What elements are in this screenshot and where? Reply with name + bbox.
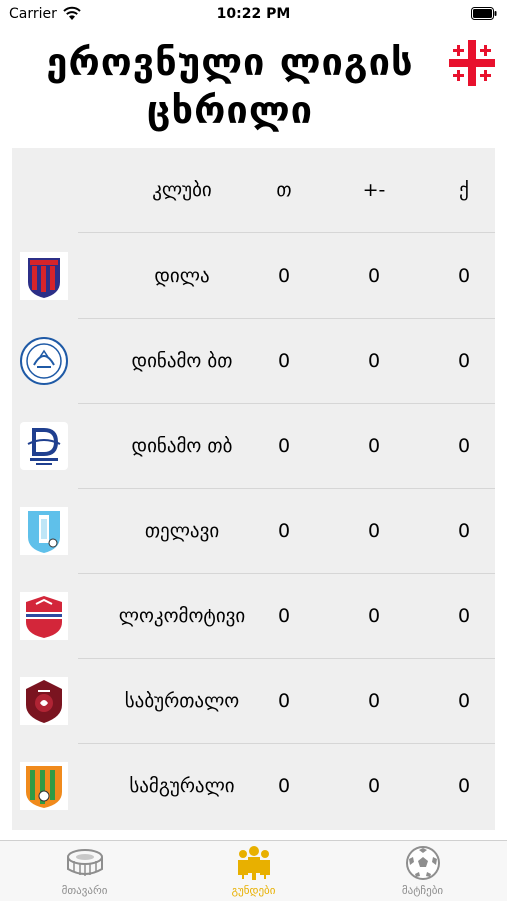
dinamo-tbilisi-logo: [20, 422, 68, 470]
telavi-logo: [20, 507, 68, 555]
soccer-ball-icon: [406, 846, 440, 880]
table-row[interactable]: დინამო ბთ 0 0 0: [12, 319, 495, 404]
played-value: 0: [277, 605, 291, 627]
row-divider: [78, 232, 495, 233]
played-value: 0: [277, 775, 291, 797]
table-row[interactable]: თელავი 0 0 0: [12, 489, 495, 574]
played-value: 0: [277, 520, 291, 542]
points-value: 0: [457, 265, 471, 287]
status-time: 10:22 PM: [216, 6, 291, 22]
title-line-2: ცხრილი: [146, 88, 314, 132]
georgia-flag-icon: [449, 40, 495, 86]
played-value: 0: [277, 435, 291, 457]
table-row[interactable]: საბურთალო 0 0 0: [12, 659, 495, 744]
table-row[interactable]: სამგურალი 0 0 0: [12, 744, 495, 829]
tab-teams-label: გუნდები: [231, 884, 276, 897]
points-value: 0: [457, 605, 471, 627]
dinamo-batumi-logo: [20, 337, 68, 385]
table-row[interactable]: დილა 0 0 0: [12, 234, 495, 319]
table-row[interactable]: დინამო თბ 0 0 0: [12, 404, 495, 489]
saburtalo-logo: [20, 677, 68, 725]
column-header-played: თ: [276, 179, 292, 201]
played-value: 0: [277, 690, 291, 712]
goal-diff-value: 0: [367, 350, 381, 372]
points-value: 0: [457, 775, 471, 797]
standings-table: კლუბი თ +- ქ დილა 0 0 0 დინამო ბთ 0 0 0 …: [12, 148, 495, 830]
samgurali-logo: [20, 762, 68, 810]
goal-diff-value: 0: [367, 775, 381, 797]
column-header-points: ქ: [459, 179, 469, 201]
status-bar: Carrier 10:22 PM: [0, 0, 507, 28]
column-header-goal-diff: +-: [362, 179, 386, 201]
goal-diff-value: 0: [367, 265, 381, 287]
goal-diff-value: 0: [367, 690, 381, 712]
tab-bar: მთავარი გუნდები მატჩები: [0, 840, 507, 901]
dila-logo: [20, 252, 68, 300]
table-row[interactable]: ლოკომოტივი 0 0 0: [12, 574, 495, 659]
goal-diff-value: 0: [367, 605, 381, 627]
stadium-icon: [67, 849, 103, 876]
goal-diff-value: 0: [367, 520, 381, 542]
played-value: 0: [277, 350, 291, 372]
tab-matches-label: მატჩები: [401, 884, 444, 897]
goal-diff-value: 0: [367, 435, 381, 457]
teams-icon: [238, 846, 270, 880]
points-value: 0: [457, 520, 471, 542]
battery-icon: [471, 7, 497, 20]
lokomotivi-logo: [20, 592, 68, 640]
table-header-row: კლუბი თ +- ქ: [12, 148, 495, 233]
page-title: ეროვნული ლიგის ცხრილი: [20, 38, 440, 134]
tab-home-label: მთავარი: [61, 884, 108, 897]
title-line-1: ეროვნული ლიგის: [46, 40, 414, 84]
points-value: 0: [457, 350, 471, 372]
played-value: 0: [277, 265, 291, 287]
points-value: 0: [457, 690, 471, 712]
points-value: 0: [457, 435, 471, 457]
tab-teams[interactable]: გუნდები: [169, 841, 338, 901]
tab-matches[interactable]: მატჩები: [338, 841, 507, 901]
tab-home[interactable]: მთავარი: [0, 841, 169, 901]
